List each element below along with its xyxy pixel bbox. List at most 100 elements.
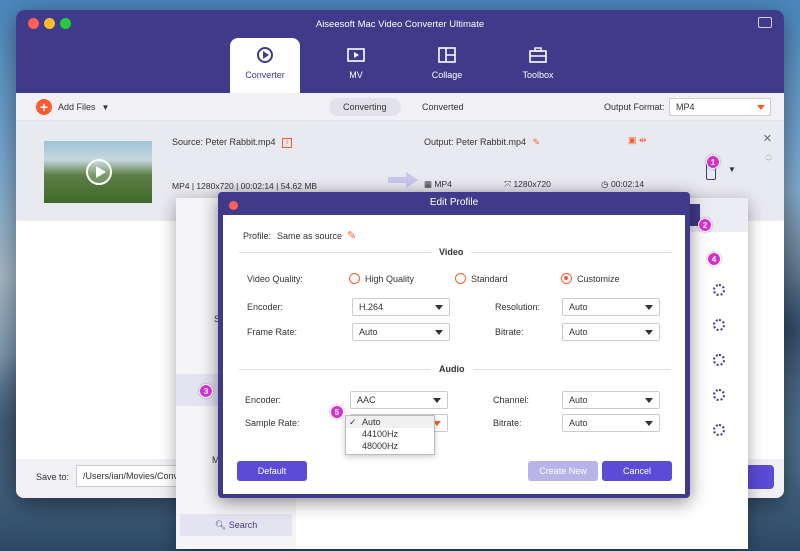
radio-customize[interactable] — [561, 273, 572, 284]
edit-pen-icon[interactable]: ✎ — [533, 137, 541, 147]
chevron-down-icon — [645, 421, 653, 426]
video-encoder-value: H.264 — [359, 302, 384, 312]
gear-icon[interactable] — [713, 284, 725, 296]
create-new-button[interactable]: Create New — [528, 461, 598, 481]
plus-icon: + — [36, 99, 52, 115]
dialog-body: Profile: Same as source ✎ Video Video Qu… — [223, 215, 685, 494]
resolution-select[interactable]: Auto — [562, 298, 660, 316]
output-format-value: MP4 — [676, 102, 695, 112]
option-44100[interactable]: 44100Hz — [346, 428, 434, 440]
video-encoder-select[interactable]: H.264 — [352, 298, 450, 316]
add-files-label: Add Files — [58, 102, 96, 112]
channel-value: Auto — [569, 395, 588, 405]
chevron-down-icon — [645, 330, 653, 335]
output-name: Output: Peter Rabbit.mp4 — [424, 137, 527, 147]
gear-icon[interactable] — [713, 354, 725, 366]
title-bar: Aiseesoft Mac Video Converter Ultimate C… — [16, 10, 784, 93]
save-to-label: Save to: — [36, 472, 70, 482]
close-icon[interactable]: ✕ — [763, 132, 772, 145]
output-file: Output: Peter Rabbit.mp4 ✎ — [424, 137, 540, 148]
save-path-field[interactable]: /Users/ian/Movies/Conve — [76, 465, 186, 487]
frame-rate-label: Frame Rate: — [247, 327, 298, 337]
output-resolution: 1280x720 — [513, 179, 551, 189]
profile-value: Same as source — [277, 231, 343, 241]
tab-converting[interactable]: Converting — [329, 98, 401, 116]
chevron-down-icon — [435, 305, 443, 310]
video-bitrate-label: Bitrate: — [495, 327, 524, 337]
search-label: Search — [228, 520, 258, 530]
option-label: Auto — [362, 417, 381, 427]
app-title: Aiseesoft Mac Video Converter Ultimate — [315, 19, 485, 30]
option-label: 44100Hz — [362, 429, 399, 439]
chevron-down-icon[interactable]: ▼ — [728, 165, 736, 174]
search-icon: 🔍︎ — [214, 520, 227, 530]
resolution-value: Auto — [569, 302, 588, 312]
source-name: Source: Peter Rabbit.mp4 — [172, 137, 276, 147]
step-marker-5: 5 — [330, 405, 344, 419]
mv-icon — [347, 48, 365, 62]
audio-encoder-select[interactable]: AAC — [350, 391, 448, 409]
step-marker-3: 3 — [199, 384, 213, 398]
default-button[interactable]: Default — [237, 461, 307, 481]
toolbox-icon — [529, 47, 547, 63]
chevron-down-icon — [645, 305, 653, 310]
customize-label: Customize — [577, 274, 620, 284]
gear-icon[interactable] — [713, 424, 725, 436]
tab-label: Converter — [245, 70, 285, 80]
converter-icon — [257, 47, 273, 63]
video-thumbnail[interactable] — [44, 141, 152, 203]
output-format-label: Output Format: — [604, 102, 665, 112]
tab-label: MV — [349, 70, 363, 80]
checkmark-icon: ✓ — [349, 417, 357, 427]
collage-icon — [438, 47, 456, 63]
edit-profile-dialog: Edit Profile Profile: Same as source ✎ V… — [218, 192, 690, 498]
option-auto[interactable]: ✓ Auto — [346, 416, 434, 428]
gear-icon[interactable] — [713, 319, 725, 331]
encoder-label: Encoder: — [247, 302, 284, 312]
clip-icon[interactable]: ⇹ — [639, 135, 647, 145]
tab-converted[interactable]: Converted — [408, 98, 478, 116]
convert-all-button[interactable] — [746, 465, 774, 489]
sample-rate-label: Sample Rate: — [245, 418, 300, 428]
tab-collage[interactable]: Collage — [412, 38, 482, 93]
high-quality-label: High Quality — [365, 274, 415, 284]
add-files-button[interactable]: + Add Files ▼ — [36, 99, 109, 115]
gear-icon[interactable] — [713, 389, 725, 401]
output-tool-icons: ▣ ⇹ — [628, 135, 647, 146]
chevron-down-icon — [757, 105, 765, 110]
audio-bitrate-value: Auto — [569, 418, 588, 428]
film-icon: ▦ — [424, 179, 433, 189]
radio-standard[interactable] — [455, 273, 466, 284]
radio-high-quality[interactable] — [349, 273, 360, 284]
chevron-down-icon[interactable]: ▼ — [102, 103, 110, 112]
cancel-button[interactable]: Cancel — [602, 461, 672, 481]
source-file: Source: Peter Rabbit.mp4 i — [172, 137, 293, 148]
tab-converter[interactable]: Converter — [230, 38, 300, 93]
video-info-icon[interactable]: ▣ — [628, 135, 637, 145]
feedback-icon[interactable] — [758, 17, 772, 28]
video-bitrate-select[interactable]: Auto — [562, 323, 660, 341]
chevron-down-icon — [645, 398, 653, 403]
step-marker-2: 2 — [698, 218, 712, 232]
toolbar: + Add Files ▼ Converting Converted Outpu… — [16, 93, 784, 121]
tab-toolbox[interactable]: Toolbox — [503, 38, 573, 93]
video-bitrate-value: Auto — [569, 327, 588, 337]
chevron-down-icon — [433, 398, 441, 403]
tab-mv[interactable]: MV — [321, 38, 391, 93]
arrow-right-icon — [388, 172, 418, 188]
audio-bitrate-select[interactable]: Auto — [562, 414, 660, 432]
step-marker-1: 1 — [706, 155, 720, 169]
step-marker-4: 4 — [707, 252, 721, 266]
tab-label: Collage — [431, 70, 463, 80]
output-format-select[interactable]: MP4 — [669, 98, 771, 116]
edit-pen-icon[interactable]: ✎ — [347, 229, 356, 242]
option-48000[interactable]: 48000Hz — [346, 440, 434, 452]
frame-rate-select[interactable]: Auto — [352, 323, 450, 341]
play-icon[interactable] — [86, 159, 112, 185]
channel-select[interactable]: Auto — [562, 391, 660, 409]
chevron-down-icon — [435, 330, 443, 335]
search-button[interactable]: 🔍︎ Search — [180, 514, 292, 536]
clock-icon: ◷ — [601, 179, 609, 189]
info-icon[interactable]: i — [282, 137, 293, 148]
chevron-down-icon[interactable]: ﹀ — [765, 157, 772, 167]
